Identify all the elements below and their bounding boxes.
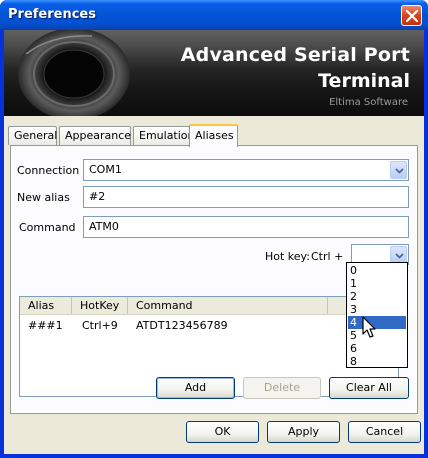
hotkey-option[interactable]: 2 [348,290,406,303]
mouse-pointer-icon [362,316,376,338]
column-header-alias[interactable]: Alias [20,297,72,314]
tab-emulation[interactable]: Emulation [133,126,195,145]
row-alias-cell: ###1 [28,319,63,332]
row-command-cell: ATDT123456789 [136,319,228,332]
new-alias-label: New alias [17,191,70,204]
product-name-line1: Advanced Serial Port [180,44,410,66]
close-icon [406,10,418,22]
product-banner: Advanced Serial Port Terminal Eltima Sof… [4,30,424,116]
hotkey-option[interactable]: 3 [348,303,406,316]
hotkey-dropdown-list[interactable]: 0 1 2 3 4 5 6 8 [346,262,408,368]
aliases-list-header: Alias HotKey Command [20,297,398,315]
hotkey-option[interactable]: 1 [348,277,406,290]
tab-general[interactable]: General [8,126,57,145]
hotkey-option[interactable]: 6 [348,342,406,355]
hotkey-label: Hot key: [265,250,310,263]
apply-button[interactable]: Apply [267,421,340,443]
dialog-client-area: Advanced Serial Port Terminal Eltima Sof… [4,30,424,454]
ok-button[interactable]: OK [186,421,259,443]
hotkey-option[interactable]: 8 [348,355,406,368]
hotkey-modifier: Ctrl + [311,250,344,263]
close-button[interactable] [401,5,422,26]
column-header-hotkey[interactable]: HotKey [72,297,128,314]
serial-port-logo-icon [18,30,130,116]
connection-dropdown-button[interactable] [390,161,407,179]
vendor-name: Eltima Software [329,97,408,108]
product-name-line2: Terminal [318,70,410,92]
tab-aliases[interactable]: Aliases [189,124,238,147]
connection-value: COM1 [89,163,122,176]
clear-all-button[interactable]: Clear All [329,377,409,399]
column-header-command[interactable]: Command [128,297,328,314]
delete-button[interactable]: Delete [243,377,321,399]
row-hotkey-cell: Ctrl+9 [82,319,118,332]
new-alias-input[interactable]: #2 [83,186,409,208]
add-button[interactable]: Add [156,377,235,399]
preferences-window: Preferences Advanced Serial Port Termina… [0,0,428,458]
tab-appearance[interactable]: Appearance [59,126,131,145]
connection-label: Connection [17,164,80,177]
hotkey-option[interactable]: 0 [348,264,406,277]
title-bar[interactable]: Preferences [0,0,428,30]
command-label: Command [19,221,76,234]
connection-select[interactable]: COM1 [83,159,409,181]
chevron-down-icon [395,168,404,174]
window-title: Preferences [8,7,96,22]
chevron-down-icon [395,253,404,259]
cancel-button[interactable]: Cancel [348,421,421,443]
command-input[interactable]: ATM0 [83,216,409,238]
